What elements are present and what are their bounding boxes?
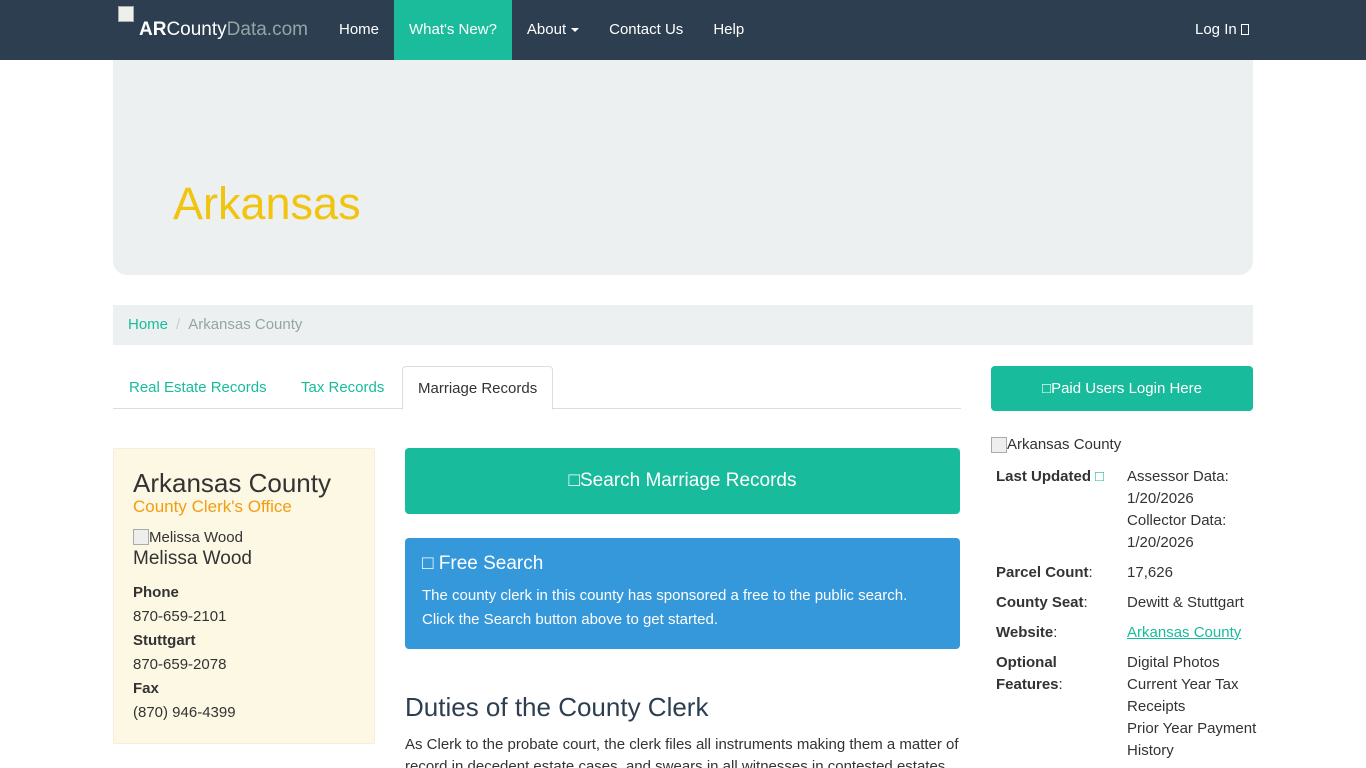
parcel-count-label: Parcel Count [996, 564, 1089, 581]
info-row-parcel-count: Parcel Count: 17,626 [991, 558, 1271, 588]
main-nav: Home What's New? About Contact Us Help [324, 0, 759, 60]
paid-users-login-button[interactable]: □Paid Users Login Here [991, 366, 1253, 411]
duties-heading: Duties of the County Clerk [405, 692, 709, 722]
broken-image-icon [991, 436, 1007, 453]
stuttgart-label: Stuttgart [133, 632, 196, 649]
duties-text: As Clerk to the probate court, the clerk… [405, 736, 959, 768]
broken-image-icon [118, 6, 134, 22]
broken-image-icon [133, 529, 149, 545]
feature-item: Digital Photos [1127, 654, 1220, 671]
search-icon: □ [568, 470, 580, 491]
brand-part-com: .com [266, 19, 308, 40]
lock-icon: □ [1042, 380, 1052, 397]
phone-value: 870-659-2101 [133, 608, 227, 625]
feature-item: Current Year Tax Receipts [1127, 676, 1239, 715]
brand-part-ar: AR [139, 19, 167, 40]
nav-help[interactable]: Help [698, 0, 759, 60]
nav-whats-new[interactable]: What's New? [394, 0, 512, 60]
phone-label: Phone [133, 584, 179, 601]
tab-tax-records[interactable]: Tax Records [286, 366, 399, 409]
free-search-title: □ Free Search [422, 552, 943, 576]
clerk-county-name: Arkansas County [133, 468, 331, 498]
free-search-title-text: Free Search [438, 553, 544, 574]
login-label: Log In [1195, 21, 1237, 38]
info-row-last-updated: Last Updated □ Assessor Data: 1/20/2026 C… [991, 462, 1271, 558]
website-link[interactable]: Arkansas County [1127, 624, 1241, 641]
county-seat-label: County Seat [996, 594, 1084, 611]
page-title: Arkansas [173, 178, 361, 229]
breadcrumb-current: Arkansas County [188, 316, 303, 333]
breadcrumb: Home / Arkansas County [113, 305, 1253, 345]
nav-about[interactable]: About [512, 0, 594, 60]
clerk-photo: Melissa Wood [133, 527, 355, 547]
info-row-county-seat: County Seat: Dewitt & Stuttgart [991, 588, 1271, 618]
tab-real-estate-records[interactable]: Real Estate Records [114, 366, 282, 409]
nav-home[interactable]: Home [324, 0, 394, 60]
login-icon [1240, 24, 1249, 35]
county-image-alt: Arkansas County [1007, 436, 1122, 453]
assessor-date: 1/20/2026 [1127, 490, 1194, 507]
records-tabs: Real Estate Records Tax Records Marriage… [113, 366, 961, 410]
brand-text: ARCountyData.com [139, 19, 308, 41]
brand-part-county: County [166, 19, 227, 40]
nav-contact-us[interactable]: Contact Us [594, 0, 698, 60]
brand-part-data: Data [226, 19, 267, 40]
optional-features-label-2: Features [996, 676, 1059, 693]
assessor-label: Assessor Data: [1127, 468, 1229, 485]
website-label: Website [996, 624, 1054, 641]
free-search-alert: □ Free Search The county clerk in this c… [405, 538, 960, 649]
breadcrumb-separator: / [176, 316, 181, 333]
nav-about-label: About [526, 21, 567, 38]
free-search-text: The county clerk in this county has spon… [422, 584, 943, 632]
collector-date: 1/20/2026 [1127, 534, 1194, 551]
caret-down-icon [571, 28, 580, 33]
breadcrumb-home[interactable]: Home [128, 316, 168, 333]
collector-label: Collector Data: [1127, 512, 1227, 529]
tab-marriage-records[interactable]: Marriage Records [402, 366, 554, 410]
county-image: Arkansas County [991, 436, 1121, 453]
county-info-table: Last Updated □ Assessor Data: 1/20/2026 C… [991, 462, 1271, 766]
county-seat-value: Dewitt & Stuttgart [1127, 594, 1244, 611]
info-row-website: Website: Arkansas County [996, 624, 1242, 641]
info-icon: □ [422, 553, 439, 574]
search-marriage-records-button[interactable]: □Search Marriage Records [405, 448, 960, 514]
search-button-label: Search Marriage Records [580, 470, 797, 491]
free-search-line2: Click the Search button above to get sta… [422, 611, 719, 628]
info-circle-icon[interactable]: □ [1095, 468, 1104, 485]
fax-value: (870) 946-4399 [133, 704, 236, 721]
clerk-office-name: County Clerk's Office [133, 497, 292, 516]
clerk-name: Melissa Wood [133, 548, 252, 569]
login-link[interactable]: Log In [1195, 0, 1249, 60]
free-search-line1: The county clerk in this county has spon… [422, 587, 908, 604]
info-row-optional-features: Optional Features: Digital Photos Current… [991, 648, 1271, 766]
clerk-card: Arkansas County County Clerk's Office Me… [113, 448, 375, 744]
parcel-count-value: 17,626 [1127, 564, 1173, 581]
feature-item: Prior Year Payment History [1127, 720, 1257, 759]
last-updated-label: Last Updated [996, 468, 1092, 485]
fax-label: Fax [133, 680, 159, 697]
paid-login-label: Paid Users Login Here [1051, 380, 1202, 397]
stuttgart-phone-value: 870-659-2078 [133, 656, 227, 673]
optional-features-label-1: Optional [996, 654, 1057, 671]
clerk-photo-alt: Melissa Wood [149, 528, 243, 546]
hero-banner: Arkansas [113, 60, 1253, 275]
top-navbar: ARCountyData.com Home What's New? About … [0, 0, 1366, 60]
